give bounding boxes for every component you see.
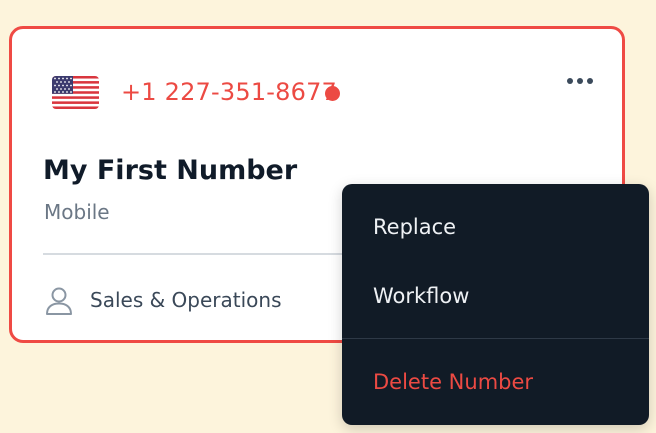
more-horizontal-icon [567,78,573,84]
card-divider [43,253,373,255]
canvas: +1 227-351-8677 My First Number Mobile S… [0,0,656,433]
us-flag-icon [52,76,99,109]
team-name: Sales & Operations [90,288,282,312]
menu-item-replace[interactable]: Replace [373,212,456,242]
menu-item-workflow[interactable]: Workflow [373,281,469,311]
more-horizontal-icon [587,78,593,84]
number-title: My First Number [43,155,298,186]
status-indicator [325,86,340,101]
more-options-button[interactable] [563,71,597,91]
more-horizontal-icon [577,78,583,84]
context-menu: Replace Workflow Delete Number [342,184,649,425]
menu-item-delete-number[interactable]: Delete Number [373,367,533,397]
phone-number: +1 227-351-8677 [121,78,338,106]
menu-divider [342,338,649,339]
number-type: Mobile [44,200,110,224]
user-icon [45,286,73,316]
